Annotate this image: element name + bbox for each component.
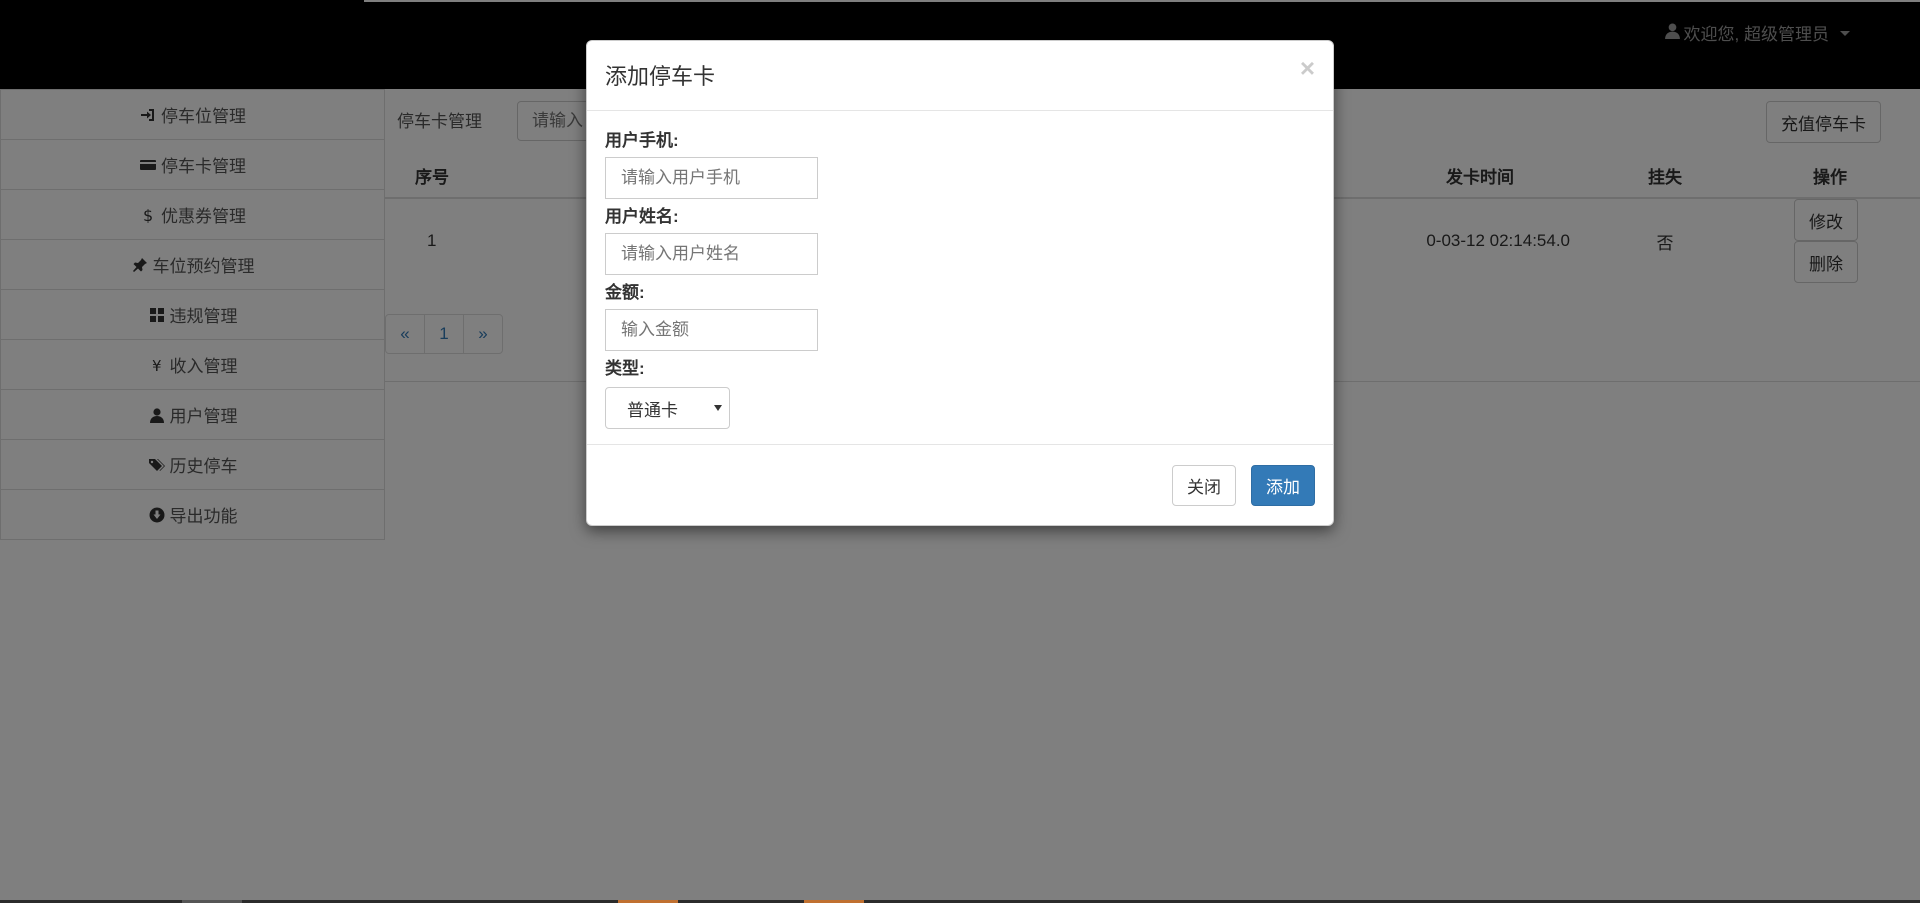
close-button[interactable]: 关闭 bbox=[1172, 465, 1236, 506]
card-type-value: 普通卡 bbox=[627, 400, 678, 420]
name-input[interactable] bbox=[605, 233, 818, 275]
add-card-modal: 添加停车卡 × 用户手机: 用户姓名: 金额: 类型: 普通卡 关闭 添加 bbox=[586, 40, 1334, 526]
select-caret-icon bbox=[714, 405, 722, 411]
type-label: 类型: bbox=[605, 359, 645, 378]
add-button[interactable]: 添加 bbox=[1251, 465, 1315, 506]
name-label: 用户姓名: bbox=[605, 207, 679, 226]
modal-footer: 关闭 添加 bbox=[587, 444, 1333, 526]
amount-input[interactable] bbox=[605, 309, 818, 351]
modal-body: 用户手机: 用户姓名: 金额: 类型: 普通卡 bbox=[605, 111, 1305, 429]
card-type-select[interactable]: 普通卡 bbox=[605, 387, 730, 429]
modal-header: 添加停车卡 × bbox=[587, 41, 1333, 111]
phone-input[interactable] bbox=[605, 157, 818, 199]
phone-label: 用户手机: bbox=[605, 131, 679, 150]
modal-title: 添加停车卡 bbox=[605, 64, 716, 89]
amount-label: 金额: bbox=[605, 283, 645, 302]
close-icon[interactable]: × bbox=[1300, 55, 1315, 81]
